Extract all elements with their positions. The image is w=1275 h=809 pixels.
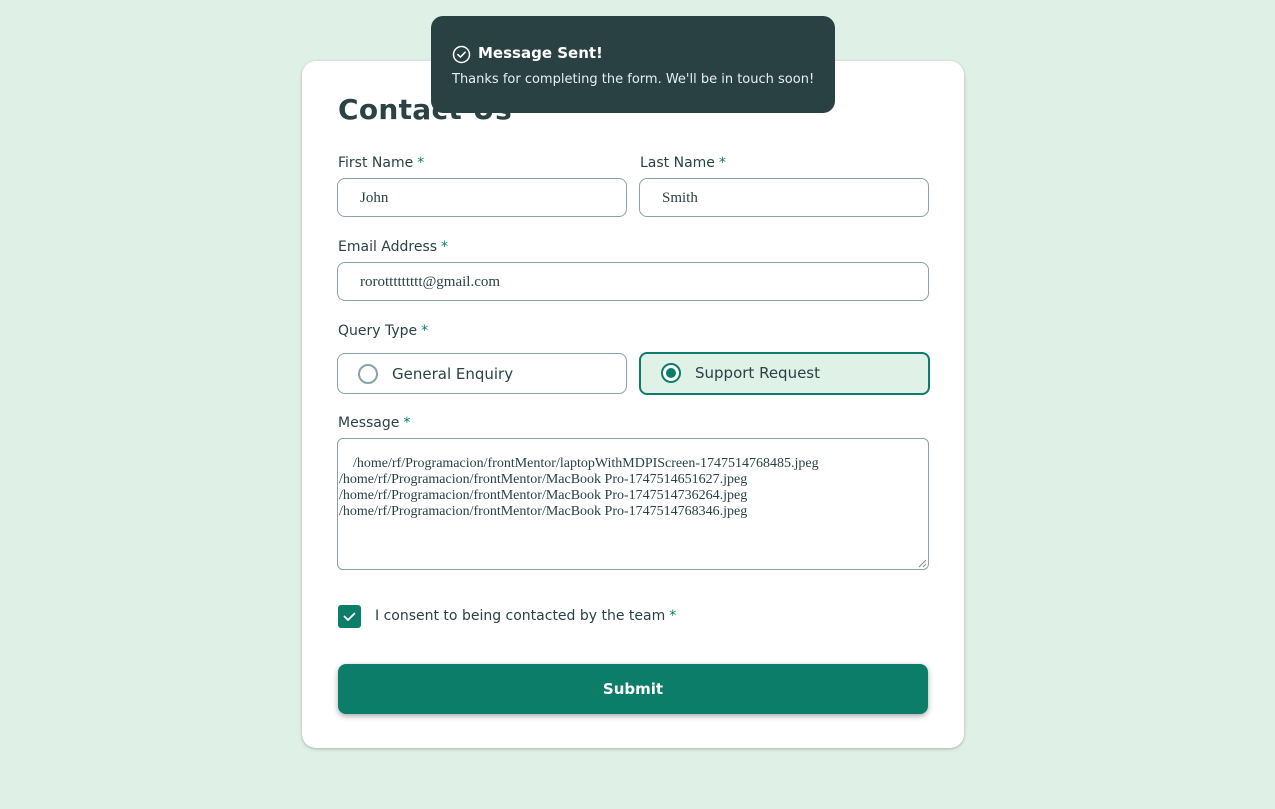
required-marker: * xyxy=(718,155,726,171)
required-marker: * xyxy=(403,415,411,431)
email-input[interactable]: rorottttttttt@gmail.com xyxy=(337,262,929,301)
radio-unchecked-icon xyxy=(358,364,378,384)
submit-button[interactable]: Submit xyxy=(338,664,928,714)
last-name-label: Last Name * xyxy=(640,155,726,171)
message-textarea[interactable]: /home/rf/Programacion/frontMentor/laptop… xyxy=(337,438,929,570)
first-name-label: First Name * xyxy=(338,155,425,171)
required-marker: * xyxy=(441,239,449,255)
check-circle-icon xyxy=(452,45,471,64)
radio-dot xyxy=(666,368,676,378)
first-name-input[interactable]: John xyxy=(337,178,627,217)
radio-support-request-label: Support Request xyxy=(695,364,820,382)
required-marker: * xyxy=(669,608,677,624)
checkmark-icon xyxy=(343,612,356,621)
message-label: Message * xyxy=(338,415,411,431)
required-marker: * xyxy=(421,323,429,339)
query-type-label: Query Type * xyxy=(338,323,429,339)
required-marker: * xyxy=(417,155,425,171)
radio-support-request[interactable]: Support Request xyxy=(639,352,930,395)
consent-label: I consent to being contacted by the team… xyxy=(375,608,677,624)
resize-grip-icon[interactable] xyxy=(918,559,927,568)
radio-general-enquiry-label: General Enquiry xyxy=(392,365,514,383)
radio-general-enquiry[interactable]: General Enquiry xyxy=(337,353,627,394)
toast-message: Thanks for completing the form. We'll be… xyxy=(452,72,815,87)
consent-checkbox[interactable] xyxy=(338,605,361,628)
last-name-input[interactable]: Smith xyxy=(639,178,929,217)
email-label: Email Address * xyxy=(338,239,449,255)
message-text: /home/rf/Programacion/frontMentor/laptop… xyxy=(339,456,819,519)
radio-checked-icon xyxy=(661,363,681,383)
contact-form-card: Contact Us First Name * John Last Name * S… xyxy=(302,61,964,748)
toast-title: Message Sent! xyxy=(478,44,603,62)
success-toast: Message Sent! Thanks for completing the … xyxy=(431,16,835,113)
